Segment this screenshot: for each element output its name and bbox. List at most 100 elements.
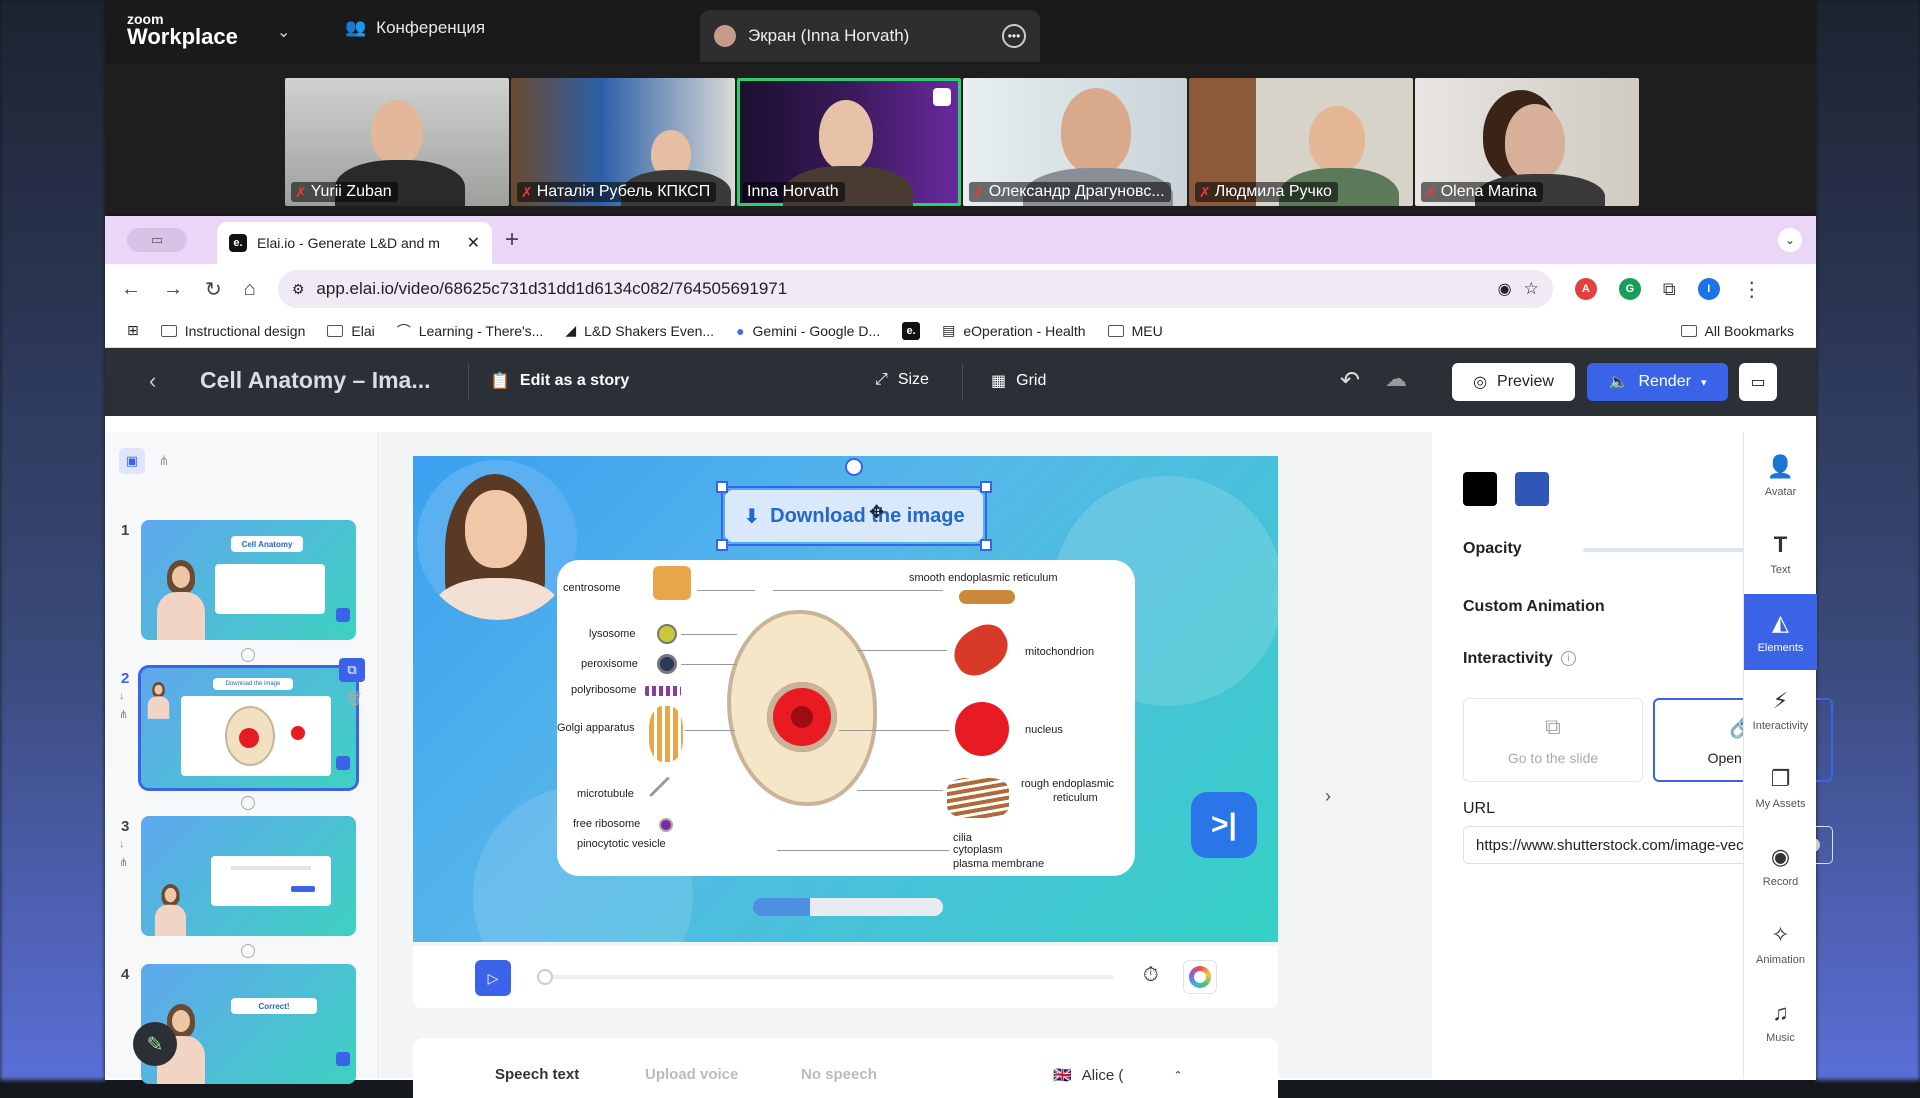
timeline-knob[interactable]	[537, 969, 553, 985]
tab-search-icon[interactable]: ⌄	[1778, 228, 1802, 252]
participant-tile[interactable]: ✗ Olena Marina	[1415, 78, 1639, 206]
render-button[interactable]: 🔈 Render ▾	[1587, 363, 1728, 401]
rail-my-assets[interactable]: ❐ My Assets	[1744, 750, 1817, 826]
resize-handle[interactable]	[980, 539, 992, 551]
apps-grid-icon[interactable]: ⊞	[127, 322, 139, 339]
edit-as-story-button[interactable]: 📋 Edit as a story	[490, 371, 629, 391]
rail-music[interactable]: ♫ Music	[1744, 984, 1817, 1060]
bookmark-item[interactable]: MEU	[1107, 323, 1163, 339]
go-to-slide-option[interactable]: ⧉ Go to the slide	[1463, 698, 1643, 782]
view-toggle: ▣ ⋔	[119, 448, 177, 474]
slides-view-icon[interactable]: ▣	[119, 448, 145, 474]
eye-icon[interactable]: ◉	[1498, 279, 1512, 299]
tree-view-icon[interactable]: ⋔	[151, 448, 177, 474]
timeline-track[interactable]	[543, 975, 1113, 979]
undo-icon[interactable]: ↶	[1340, 366, 1360, 395]
url-input[interactable]: ⚙ app.elai.io/video/68625c731d31dd1d6134…	[277, 270, 1553, 308]
voice-select[interactable]: 🇬🇧 Alice ( ⌃	[1053, 1066, 1183, 1085]
new-tab-icon[interactable]: +	[505, 226, 519, 254]
participant-tile[interactable]: ✗ Олександр Драгуновс...	[963, 78, 1187, 206]
branch-icon[interactable]: ⋔	[119, 708, 128, 721]
bookmark-item[interactable]: ▤ eOperation - Health	[942, 322, 1085, 339]
site-info-icon[interactable]: ⚙	[292, 281, 305, 298]
participant-tile[interactable]: ✗ Людмила Ручко	[1189, 78, 1413, 206]
rail-animation[interactable]: ✧ Animation	[1744, 906, 1817, 982]
next-slide-button[interactable]: >|	[1191, 792, 1257, 858]
bookmark-item[interactable]: ⌒ Learning - There's...	[397, 321, 544, 341]
bookmark-item[interactable]: e.	[902, 321, 921, 340]
bookmark-item[interactable]: ◢ L&D Shakers Even...	[565, 322, 714, 339]
size-button[interactable]: ⤢ Size	[875, 371, 929, 389]
all-bookmarks[interactable]: All Bookmarks	[1680, 323, 1794, 339]
close-icon[interactable]: ✕	[467, 233, 480, 253]
tab-speech-text[interactable]: Speech text	[495, 1066, 579, 1083]
home-icon[interactable]: ⌂	[244, 278, 256, 301]
transition-icon[interactable]	[241, 944, 255, 958]
resize-handle[interactable]	[980, 481, 992, 493]
rail-record[interactable]: ◉ Record	[1744, 828, 1817, 904]
rail-elements[interactable]: ◭ Elements	[1744, 594, 1817, 670]
delete-slide-icon[interactable]: 🗑	[345, 690, 363, 707]
participant-tile-active[interactable]: Inna Horvath	[737, 78, 961, 206]
more-icon[interactable]: •••	[1002, 24, 1026, 48]
participant-tile[interactable]: ✗ Наталія Рубель КПКСП	[511, 78, 735, 206]
adblock-extension-icon[interactable]: A	[1574, 278, 1597, 300]
slide-thumbnail-selected[interactable]: Download the image	[138, 665, 359, 791]
transition-icon[interactable]	[241, 648, 255, 662]
color-swatch-blue[interactable]	[1515, 472, 1549, 506]
bookmarks-bar: ⊞ Instructional design Elai ⌒ Learning - …	[105, 314, 1816, 348]
color-wheel-button[interactable]	[1183, 960, 1217, 994]
bookmark-item[interactable]: ● Gemini - Google D...	[736, 323, 880, 339]
move-down-icon[interactable]: ↓	[119, 690, 125, 702]
duplicate-slide-icon[interactable]: ⧉	[339, 658, 365, 682]
presenter-avatar[interactable]	[417, 460, 577, 620]
color-swatch-black[interactable]	[1463, 472, 1497, 506]
camera-icon[interactable]: ▭	[1739, 363, 1777, 401]
grammarly-extension-icon[interactable]: G	[1618, 278, 1641, 300]
conference-tab[interactable]: 👥 Конференция	[345, 18, 485, 38]
sparkle-icon: ✧	[1771, 922, 1790, 947]
reload-icon[interactable]: ↻	[205, 277, 222, 302]
resize-handle[interactable]	[716, 539, 728, 551]
resize-handle[interactable]	[716, 481, 728, 493]
rotate-handle[interactable]	[845, 458, 863, 476]
tab-groups-icon[interactable]: ▭	[127, 228, 187, 252]
bookmark-item[interactable]: Elai	[327, 323, 375, 339]
branch-icon[interactable]: ⋔	[119, 856, 128, 869]
star-icon[interactable]: ☆	[1524, 279, 1539, 299]
participant-strip: ✗ Yurii Zuban ✗ Наталія Рубель КПКСП Inna …	[105, 64, 1816, 214]
slide-thumbnail[interactable]	[141, 816, 356, 936]
chevron-right-icon[interactable]: ›	[1325, 786, 1331, 807]
slide-thumbnail[interactable]: Correct!	[141, 964, 356, 1084]
grid-button[interactable]: ▦ Grid	[991, 371, 1046, 391]
kebab-menu-icon[interactable]: ⋮	[1742, 277, 1762, 302]
chevron-down-icon[interactable]: ⌄	[277, 22, 290, 42]
transition-icon[interactable]	[241, 796, 255, 810]
tab-upload-voice[interactable]: Upload voice	[645, 1066, 738, 1083]
back-icon[interactable]: ←	[121, 278, 141, 301]
label-pinocytotic-vesicle: pinocytotic vesicle	[577, 838, 666, 850]
tab-no-speech[interactable]: No speech	[801, 1066, 877, 1083]
bookmark-item[interactable]: Instructional design	[160, 323, 305, 339]
cloud-sync-icon[interactable]: ☁	[1385, 366, 1407, 392]
play-button[interactable]: ▷	[475, 960, 511, 996]
slide-canvas[interactable]: centrosome lysosome peroxisome polyribos…	[413, 456, 1278, 942]
extensions-icon[interactable]: ⧉	[1663, 279, 1676, 300]
back-button[interactable]: ‹	[149, 368, 156, 394]
project-title[interactable]: Cell Anatomy – Ima...	[200, 367, 431, 394]
browser-tab-active[interactable]: e. Elai.io - Generate L&D and m ✕	[217, 222, 492, 264]
preview-button[interactable]: ◎ Preview	[1452, 363, 1575, 401]
participant-tile[interactable]: ✗ Yurii Zuban	[285, 78, 509, 206]
profile-avatar[interactable]: I	[1697, 278, 1720, 300]
rail-avatar[interactable]: 👤 Avatar	[1744, 438, 1817, 514]
rail-text[interactable]: T Text	[1744, 516, 1817, 592]
timer-off-icon[interactable]: ⏱	[1143, 964, 1159, 987]
move-down-icon[interactable]: ↓	[119, 838, 125, 850]
rail-interactivity[interactable]: ⚡ Interactivity	[1744, 672, 1817, 748]
edit-pencil-button[interactable]: ✎	[133, 1022, 177, 1066]
cell-diagram-image[interactable]: centrosome lysosome peroxisome polyribos…	[557, 560, 1135, 876]
info-icon[interactable]: i	[1560, 651, 1576, 667]
slide-thumbnail[interactable]: Cell Anatomy	[141, 520, 356, 640]
screen-share-tab[interactable]: Экран (Inna Horvath) •••	[700, 10, 1040, 62]
forward-icon[interactable]: →	[163, 278, 183, 301]
